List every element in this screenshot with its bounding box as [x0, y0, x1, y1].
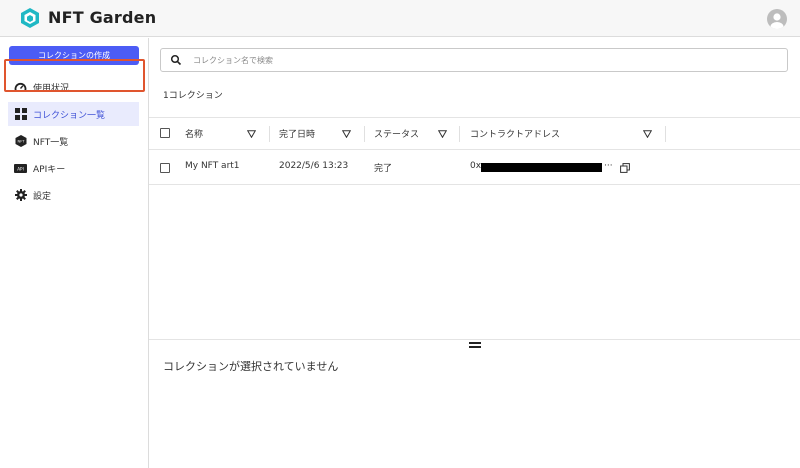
cell-address-prefix: 0x	[470, 161, 482, 171]
no-selection-message: コレクションが選択されていません	[163, 360, 339, 373]
sidebar-item-settings[interactable]: 設定	[8, 183, 139, 207]
table-header: 名称 完了日時 ステータス コントラクトアドレス	[149, 117, 800, 150]
resize-handle-icon[interactable]	[469, 342, 481, 348]
column-divider	[269, 126, 270, 142]
search-icon	[170, 54, 182, 66]
cell-name: My NFT art1	[185, 161, 240, 171]
sidebar-item-api-keys[interactable]: API APIキー	[8, 156, 139, 180]
top-bar: NFT Garden	[0, 0, 800, 37]
cell-address-ellipsis: ···	[604, 161, 613, 171]
column-divider	[665, 126, 666, 142]
sort-icon[interactable]	[247, 130, 256, 138]
brand-name: NFT Garden	[48, 8, 157, 27]
nft-icon: NFT	[14, 135, 27, 148]
copy-icon[interactable]	[620, 163, 630, 173]
column-header-name[interactable]: 名称	[185, 118, 203, 149]
column-divider	[364, 126, 365, 142]
pane-divider	[149, 339, 800, 340]
sidebar-item-label: 設定	[33, 191, 52, 202]
grid-icon	[14, 108, 27, 121]
cell-completed-at: 2022/5/6 13:23	[279, 161, 349, 171]
sort-icon[interactable]	[643, 130, 652, 138]
user-avatar-icon[interactable]	[767, 9, 787, 29]
sort-icon[interactable]	[438, 130, 447, 138]
select-all-checkbox[interactable]	[160, 128, 170, 138]
search-input[interactable]: コレクション名で検索	[160, 48, 788, 72]
column-header-status[interactable]: ステータス	[374, 118, 419, 149]
sidebar-item-label: APIキー	[33, 164, 66, 175]
api-icon: API	[14, 162, 27, 175]
table-row[interactable]: My NFT art1 2022/5/6 13:23 完了 0x ···	[149, 151, 800, 185]
column-divider	[459, 126, 460, 142]
sidebar-item-label: NFT一覧	[33, 137, 69, 148]
redacted-address	[481, 163, 602, 172]
sidebar-item-nft-list[interactable]: NFT NFT一覧	[8, 129, 139, 153]
active-item-highlight	[4, 59, 145, 92]
cell-status: 完了	[374, 164, 393, 174]
sidebar-item-label: コレクション一覧	[33, 110, 106, 121]
sidebar: コレクションの作成 使用状況 コレクション一覧 NFT NFT一覧 API AP…	[0, 38, 149, 468]
sidebar-item-collections[interactable]: コレクション一覧	[8, 102, 139, 126]
sort-icon[interactable]	[342, 130, 351, 138]
collection-count: 1コレクション	[163, 91, 223, 101]
column-header-contract-address[interactable]: コントラクトアドレス	[470, 118, 560, 149]
gear-icon	[14, 189, 27, 202]
svg-text:API: API	[17, 166, 24, 171]
row-checkbox[interactable]	[160, 163, 170, 173]
column-header-completed-at[interactable]: 完了日時	[279, 118, 315, 149]
search-placeholder: コレクション名で検索	[193, 56, 273, 65]
svg-text:NFT: NFT	[17, 140, 25, 144]
nft-garden-logo-icon	[21, 8, 39, 28]
